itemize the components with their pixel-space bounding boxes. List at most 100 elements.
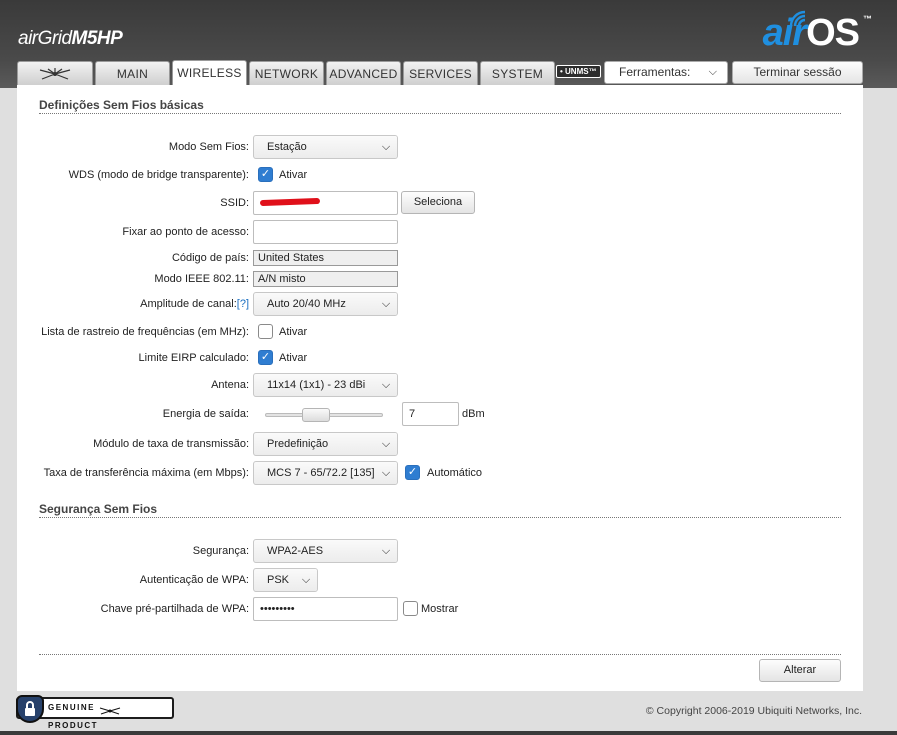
redaction-mark [259, 197, 321, 207]
tab-services[interactable]: SERVICES [403, 61, 478, 85]
output-power-row: Energia de saída: 7 dBm [17, 402, 863, 426]
airos-logo-air: air [762, 12, 807, 54]
chevron-down-icon: ⌵ [375, 540, 397, 562]
antenna-row: Antena: 11x14 (1x1) - 23 dBi ⌵ [17, 373, 863, 397]
psk-input[interactable]: ••••••••• [253, 597, 398, 621]
psk-row: Chave pré-partilhada de WPA: ••••••••• M… [17, 597, 863, 621]
max-rate-auto-checkbox[interactable]: ✓ [405, 465, 420, 480]
wds-checkbox[interactable]: ✓ [258, 167, 273, 182]
wireless-mode-value: Estação [267, 141, 307, 153]
output-power-input[interactable]: 7 [402, 402, 459, 426]
genuine-label: GENUINE [48, 703, 95, 712]
chevron-down-icon: ⌵ [295, 569, 317, 591]
lock-ap-row: Fixar ao ponto de acesso: [17, 220, 863, 244]
wpa-auth-label: Autenticação de WPA: [139, 574, 249, 586]
frequency-scan-label: Lista de rastreio de frequências (em MHz… [41, 326, 249, 338]
wireless-security-title: Segurança Sem Fios [39, 502, 158, 516]
show-password-checkbox[interactable] [403, 601, 418, 616]
max-rate-select[interactable]: MCS 7 - 65/72.2 [135] ⌵ [253, 461, 398, 485]
security-row: Segurança: WPA2-AES ⌵ [17, 539, 863, 563]
tab-system[interactable]: SYSTEM [480, 61, 555, 85]
section-divider [39, 517, 841, 518]
ubiquiti-logo-icon [39, 67, 71, 80]
eirp-check-label: Ativar [279, 352, 308, 364]
channel-width-select[interactable]: Auto 20/40 MHz ⌵ [253, 292, 398, 316]
max-rate-row: Taxa de transferência máxima (em Mbps): … [17, 461, 863, 485]
data-rate-module-value: Predefinição [267, 438, 329, 450]
chevron-down-icon: ⌵ [375, 374, 397, 396]
output-power-unit: dBm [462, 408, 485, 420]
frequency-scan-row: Lista de rastreio de frequências (em MHz… [17, 320, 863, 344]
product-grid: Grid [37, 28, 72, 49]
unms-badge[interactable]: • UNMS™ [556, 65, 601, 78]
ssid-label: SSID: [220, 197, 249, 209]
antenna-select[interactable]: 11x14 (1x1) - 23 dBi ⌵ [253, 373, 398, 397]
ieee-mode-value: A/N misto [253, 271, 398, 287]
tab-network[interactable]: NETWORK [249, 61, 324, 85]
airos-logo-os: OS [806, 12, 860, 54]
lock-ap-label: Fixar ao ponto de acesso: [122, 226, 249, 238]
trademark: ™ [863, 14, 872, 24]
chevron-down-icon: ⌵ [375, 293, 397, 315]
data-rate-module-label: Módulo de taxa de transmissão: [93, 438, 249, 450]
ieee-mode-label: Modo IEEE 802.11: [154, 273, 249, 285]
channel-width-row: Amplitude de canal:[?] Auto 20/40 MHz ⌵ [17, 292, 863, 316]
product-model: M5HP [71, 28, 123, 49]
ssid-input[interactable] [253, 191, 398, 215]
logout-button[interactable]: Terminar sessão [732, 61, 863, 84]
frequency-scan-check-label: Ativar [279, 326, 308, 338]
country-value: United States [253, 250, 398, 266]
tools-dropdown[interactable]: Ferramentas: ⌵ [604, 61, 728, 84]
product-logo: airGridM5HP [18, 28, 123, 50]
chevron-down-icon: ⌵ [375, 462, 397, 484]
wireless-settings-panel: Definições Sem Fios básicas Modo Sem Fio… [17, 85, 863, 691]
eirp-row: Limite EIRP calculado: ✓ Ativar [17, 346, 863, 370]
max-rate-value: MCS 7 - 65/72.2 [135] [267, 467, 375, 479]
security-label: Segurança: [192, 545, 249, 557]
tab-main[interactable]: MAIN [95, 61, 170, 85]
output-power-label: Energia de saída: [162, 408, 249, 420]
tab-ubiquiti-logo[interactable] [17, 61, 93, 85]
section-divider [39, 654, 841, 655]
channel-width-help-link[interactable]: [?] [237, 298, 249, 310]
wds-label: WDS (modo de bridge transparente): [68, 169, 249, 181]
eirp-checkbox[interactable]: ✓ [258, 350, 273, 365]
channel-width-label-text: Amplitude de canal: [140, 298, 237, 310]
eirp-label: Limite EIRP calculado: [138, 352, 249, 364]
wds-row: WDS (modo de bridge transparente): ✓ Ati… [17, 163, 863, 187]
airos-logo: airOS ™ [762, 12, 872, 55]
product-prefix: air [18, 28, 38, 49]
ubiquiti-logo-icon [99, 704, 121, 715]
lock-shield-icon [16, 695, 44, 723]
ssid-row: SSID: Seleciona [17, 191, 863, 215]
chevron-down-icon: ⌵ [375, 433, 397, 455]
wpa-auth-select[interactable]: PSK ⌵ [253, 568, 318, 592]
psk-label: Chave pré-partilhada de WPA: [100, 603, 249, 615]
antenna-value: 11x14 (1x1) - 23 dBi [267, 379, 366, 391]
frequency-scan-checkbox[interactable] [258, 324, 273, 339]
apply-changes-button[interactable]: Alterar [759, 659, 841, 682]
wireless-mode-select[interactable]: Estação ⌵ [253, 135, 398, 159]
wds-check-label: Ativar [279, 169, 308, 181]
ssid-select-button[interactable]: Seleciona [401, 191, 475, 214]
tab-wireless[interactable]: WIRELESS [172, 60, 247, 86]
basic-wireless-settings-title: Definições Sem Fios básicas [39, 98, 204, 112]
tab-advanced[interactable]: ADVANCED [326, 61, 401, 85]
antenna-label: Antena: [211, 379, 249, 391]
section-divider [39, 113, 841, 114]
security-select[interactable]: WPA2-AES ⌵ [253, 539, 398, 563]
chevron-down-icon: ⌵ [708, 66, 717, 78]
data-rate-module-select[interactable]: Predefinição ⌵ [253, 432, 398, 456]
chevron-down-icon: ⌵ [375, 136, 397, 158]
output-power-slider[interactable] [265, 408, 383, 422]
output-power-slider-handle[interactable] [302, 408, 330, 422]
copyright-text: © Copyright 2006-2019 Ubiquiti Networks,… [645, 705, 862, 717]
wpa-auth-row: Autenticação de WPA: PSK ⌵ [17, 568, 863, 592]
channel-width-label: Amplitude de canal:[?] [140, 292, 249, 316]
lock-ap-input[interactable] [253, 220, 398, 244]
wireless-mode-row: Modo Sem Fios: Estação ⌵ [17, 135, 863, 159]
data-rate-module-row: Módulo de taxa de transmissão: Predefini… [17, 432, 863, 456]
wireless-mode-label: Modo Sem Fios: [168, 141, 249, 153]
tools-dropdown-label: Ferramentas: [619, 65, 691, 79]
main-tabs: MAIN WIRELESS NETWORK ADVANCED SERVICES … [17, 60, 555, 86]
